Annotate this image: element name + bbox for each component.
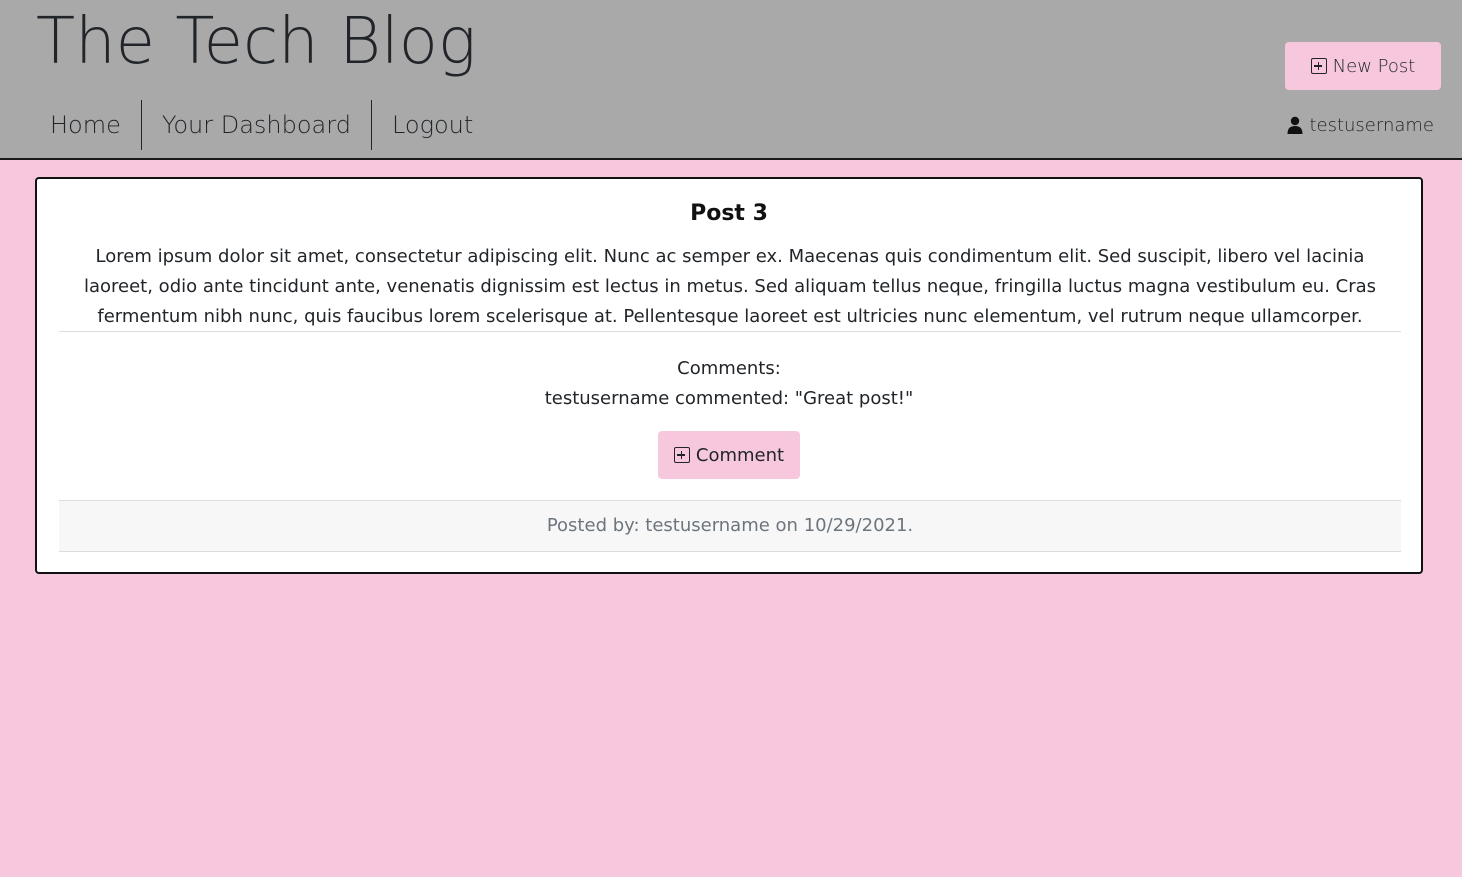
plus-square-icon xyxy=(1310,58,1327,74)
main-nav: Home Your Dashboard Logout xyxy=(30,100,493,150)
post-card: Post 3 Lorem ipsum dolor sit amet, conse… xyxy=(35,177,1423,574)
nav-dashboard-link[interactable]: Your Dashboard xyxy=(140,100,371,150)
comment-button-label: Comment xyxy=(695,444,785,466)
current-user: testusername xyxy=(1287,112,1434,138)
post-body: Lorem ipsum dolor sit amet, consectetur … xyxy=(83,246,1377,327)
divider xyxy=(59,331,1401,332)
plus-square-icon xyxy=(673,447,690,463)
site-header: The Tech Blog Home Your Dashboard Logout… xyxy=(0,0,1462,160)
site-title: The Tech Blog xyxy=(36,5,477,79)
new-post-label: New Post xyxy=(1332,55,1416,77)
comments-heading: Comments: xyxy=(677,358,781,379)
post-title: Post 3 xyxy=(690,201,768,226)
new-post-button[interactable]: New Post xyxy=(1285,42,1441,90)
username-label: testusername xyxy=(1309,114,1434,136)
nav-logout-link[interactable]: Logout xyxy=(370,100,493,150)
post-footer: Posted by: testusername on 10/29/2021. xyxy=(59,500,1401,552)
add-comment-button[interactable]: Comment xyxy=(658,431,800,479)
comment-item: testusername commented: "Great post!" xyxy=(544,388,914,409)
user-icon xyxy=(1287,116,1303,134)
nav-home-link[interactable]: Home xyxy=(30,100,141,150)
